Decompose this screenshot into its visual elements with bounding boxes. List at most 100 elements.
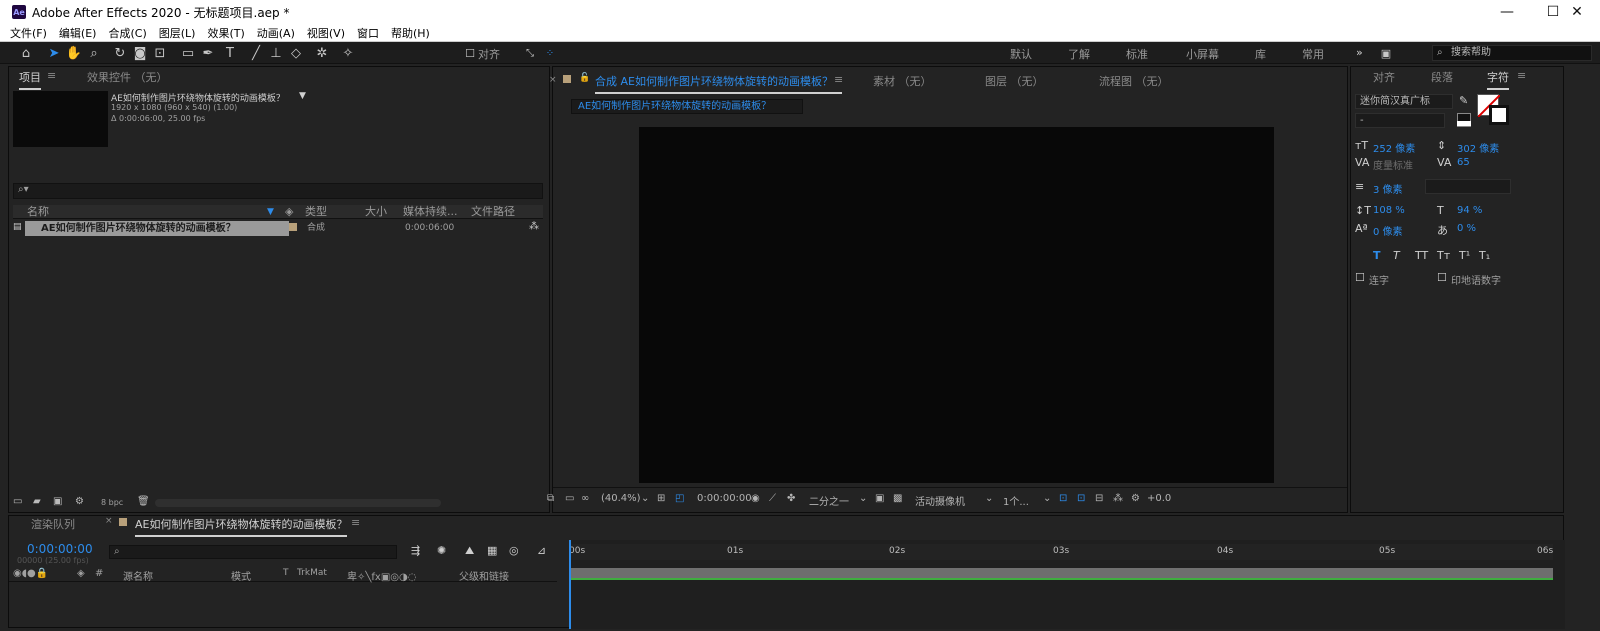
puppet-tool-icon[interactable]: ✧ [340, 45, 356, 61]
tab-footage[interactable]: 素材 （无） [873, 73, 932, 89]
pan-behind-tool-icon[interactable]: ⊡ [152, 45, 168, 61]
eyedropper-icon[interactable]: ✎ [1459, 94, 1468, 107]
pen-tool-icon[interactable]: ✒ [200, 45, 216, 61]
exposure-value[interactable]: +0.0 [1147, 493, 1171, 504]
kerning-value[interactable]: 度量标准 [1373, 157, 1413, 172]
grid-icon[interactable]: ⊞ [657, 493, 665, 504]
composition-canvas[interactable] [639, 127, 1274, 483]
interpret-footage-icon[interactable]: ▭ [13, 496, 22, 507]
font-style-dropdown[interactable]: - [1355, 113, 1445, 128]
column-trkmat[interactable]: TrkMat [297, 568, 327, 578]
table-row[interactable]: ▤ AE如何制作图片环绕物体旋转的动画模板？ 合成 0:00:06:00 ⁂ [13, 221, 543, 236]
motion-blur-icon[interactable]: ◎ [509, 544, 519, 557]
tracking-value[interactable]: 65 [1457, 157, 1470, 168]
chevron-down-icon[interactable]: ⌄ [985, 493, 993, 504]
menu-help[interactable]: 帮助(H) [385, 25, 436, 41]
column-parent-link[interactable]: 父级和链接 [459, 568, 509, 583]
always-preview-icon[interactable]: ⧉ [547, 493, 554, 504]
stroke-style-dropdown[interactable] [1425, 179, 1511, 194]
current-time-display[interactable]: 0:00:00:00 [697, 493, 752, 504]
vr-icon[interactable]: ∞ [581, 493, 589, 504]
label-color-swatch[interactable] [289, 223, 297, 231]
reset-exposure-icon[interactable]: ⚙ [1131, 493, 1140, 504]
column-name[interactable]: 名称 [27, 205, 49, 219]
rotate-tool-icon[interactable]: ↻ [112, 45, 128, 61]
workspace-small-screen[interactable]: 小屏幕 [1186, 46, 1219, 62]
workspace-learn[interactable]: 了解 [1068, 46, 1090, 62]
frame-blending-icon[interactable]: ▦ [487, 544, 497, 557]
more-workspaces-button[interactable]: » [1356, 46, 1363, 59]
magnification-dropdown[interactable]: (40.4%) [601, 493, 641, 504]
draft-3d-icon[interactable]: ✺ [437, 544, 446, 557]
playhead[interactable] [569, 540, 571, 629]
menu-edit[interactable]: 编辑(E) [53, 25, 103, 41]
time-ruler[interactable]: 00s 01s 02s 03s 04s 05s 06s [569, 544, 1553, 560]
adjust-settings-icon[interactable]: ⚙ [75, 496, 84, 507]
flowchart-icon[interactable]: ⁂ [529, 221, 539, 232]
fast-previews-icon[interactable]: ⊡ [1077, 493, 1085, 504]
tab-layer[interactable]: 图层 （无） [985, 73, 1044, 89]
column-source-name[interactable]: 源名称 [123, 568, 153, 583]
menu-window[interactable]: 窗口 [351, 25, 385, 41]
work-area-bar[interactable] [569, 568, 1553, 578]
search-help-input[interactable]: ⌕ 搜索帮助 [1432, 45, 1592, 61]
vertical-scale-value[interactable]: 108 % [1373, 205, 1405, 216]
label-icon[interactable]: ◈ [77, 568, 85, 579]
project-scrollbar[interactable] [155, 499, 441, 507]
views-dropdown[interactable]: 1个... [1003, 493, 1029, 508]
minimize-button[interactable]: — [1484, 0, 1530, 24]
panel-menu-icon[interactable]: ≡ [834, 73, 843, 86]
resolution-dropdown[interactable]: 二分之一 [809, 493, 849, 508]
tab-align[interactable]: 对齐 [1373, 69, 1395, 85]
panel-menu-icon[interactable]: ≡ [47, 69, 56, 82]
panel-menu-icon[interactable]: ≡ [1517, 69, 1526, 82]
column-media-duration[interactable]: 媒体持续... [403, 205, 458, 219]
project-item-name[interactable]: AE如何制作图片环绕物体旋转的动画模板？ [25, 221, 289, 236]
graph-editor-icon[interactable]: ⊿ [537, 544, 546, 557]
tab-project[interactable]: 项目 [19, 69, 41, 90]
eye-icon[interactable]: ◉◖●🔒 [13, 568, 48, 579]
subscript-button[interactable]: T₁ [1479, 249, 1490, 262]
label-icon[interactable]: ◈ [285, 205, 293, 219]
column-file-path[interactable]: 文件路径 [471, 205, 515, 219]
column-mode[interactable]: 模式 [231, 568, 251, 583]
mask-visibility-icon[interactable]: ◰ [675, 493, 684, 504]
snap-checkbox[interactable]: ☐ [462, 45, 478, 61]
column-size[interactable]: 大小 [365, 205, 387, 219]
superscript-button[interactable]: T¹ [1459, 249, 1470, 262]
all-caps-button[interactable]: TT [1415, 249, 1428, 262]
close-tab-icon[interactable]: × [549, 75, 557, 85]
menu-view[interactable]: 视图(V) [301, 25, 351, 41]
close-tab-icon[interactable]: × [105, 516, 113, 526]
timeline-icon[interactable]: ⊟ [1095, 493, 1103, 504]
transparency-grid-icon[interactable]: ▩ [893, 493, 902, 504]
font-size-value[interactable]: 252 像素 [1373, 140, 1415, 155]
stroke-color-swatch[interactable] [1489, 105, 1509, 125]
leading-value[interactable]: 302 像素 [1457, 140, 1499, 155]
trash-icon[interactable]: 🗑 [137, 496, 150, 507]
tab-render-queue[interactable]: 渲染队列 [31, 516, 75, 532]
baseline-shift-value[interactable]: 0 像素 [1373, 223, 1403, 238]
stroke-width-value[interactable]: 3 像素 [1373, 181, 1403, 196]
faux-italic-button[interactable]: T [1393, 249, 1400, 262]
region-of-interest-icon[interactable]: ▣ [875, 493, 884, 504]
roto-brush-tool-icon[interactable]: ✲ [314, 45, 330, 61]
snapshot-icon[interactable]: ◉ [751, 493, 760, 504]
toggle-pixel-aspect-icon[interactable]: ⊡ [1059, 493, 1067, 504]
snap-target-icon[interactable]: ⁘ [542, 45, 558, 61]
switches-icon[interactable]: 卑✧╲fx▣◎◑◌ [347, 568, 416, 583]
rectangle-tool-icon[interactable]: ▭ [180, 45, 196, 61]
menu-file[interactable]: 文件(F) [4, 25, 53, 41]
new-composition-icon[interactable]: ▣ [53, 496, 62, 507]
comp-flow-breadcrumb[interactable]: AE如何制作图片环绕物体旋转的动画模板？ [571, 99, 803, 114]
tab-effect-controls[interactable]: 效果控件 （无） [87, 69, 168, 85]
tab-composition[interactable]: 合成 AE如何制作图片环绕物体旋转的动画模板？ [595, 73, 842, 94]
project-search-input[interactable]: ⌕▾ [13, 183, 543, 199]
column-type[interactable]: 类型 [305, 205, 327, 219]
home-icon[interactable]: ⌂ [18, 45, 34, 61]
eraser-tool-icon[interactable]: ◇ [288, 45, 304, 61]
flowchart-icon[interactable]: ⁂ [1113, 493, 1123, 504]
tab-timeline-comp[interactable]: AE如何制作图片环绕物体旋转的动画模板？ [135, 516, 348, 537]
font-family-dropdown[interactable]: 迷你简汉真广标 [1355, 94, 1453, 109]
hand-tool-icon[interactable]: ✋ [66, 45, 82, 61]
